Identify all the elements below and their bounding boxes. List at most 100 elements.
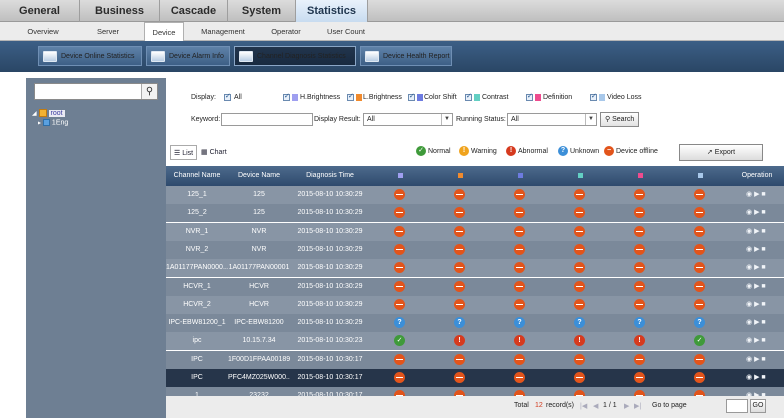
record-icon[interactable]: ■ xyxy=(761,319,765,326)
view-icon[interactable]: ◉ xyxy=(746,264,752,271)
view-icon[interactable]: ◉ xyxy=(746,209,752,216)
tab-system[interactable]: System xyxy=(228,0,296,22)
table-row[interactable]: HCVR_1 HCVR 2015-08-10 10:30:29 ◉ ▶ ■ xyxy=(166,277,784,296)
subtab-overview[interactable]: Overview xyxy=(18,22,68,41)
chart-view-tab[interactable]: ▦ Chart xyxy=(198,145,230,160)
subtab-user-count[interactable]: User Count xyxy=(318,22,374,41)
view-icon[interactable]: ◉ xyxy=(746,191,752,198)
tree-search-input[interactable]: ⚲ xyxy=(34,83,158,100)
view-icon[interactable]: ◉ xyxy=(746,356,752,363)
table-row[interactable]: 125_2 125 2015-08-10 10:30:29 ◉ ▶ ■ xyxy=(166,204,784,223)
go-button[interactable]: GO xyxy=(750,399,766,413)
export-button[interactable]: ➚ Export xyxy=(679,144,763,161)
color-shift-label: Color Shift xyxy=(424,94,457,101)
color-shift-checkbox[interactable] xyxy=(408,92,415,101)
subtab-operator[interactable]: Operator xyxy=(262,22,310,41)
tab-statistics[interactable]: Statistics xyxy=(296,0,368,22)
keyword-input[interactable] xyxy=(221,113,313,126)
h-brightness-checkbox[interactable] xyxy=(283,92,290,101)
tab-cascade[interactable]: Cascade xyxy=(160,0,228,22)
device-offline-status-icon xyxy=(454,372,465,383)
record-icon[interactable]: ■ xyxy=(761,356,765,363)
search-button[interactable]: ⚲ Search xyxy=(600,112,640,127)
display-result-select[interactable]: All ▼ xyxy=(363,113,453,126)
cell-device: PFC4MZ025W000... xyxy=(228,374,290,381)
device-alarm-info-button[interactable]: Device Alarm Info xyxy=(146,46,230,66)
next-page-icon[interactable]: ▶ xyxy=(624,402,629,410)
prev-page-icon[interactable]: ◀ xyxy=(593,402,598,410)
subtab-management[interactable]: Management xyxy=(194,22,252,41)
play-icon[interactable]: ▶ xyxy=(754,228,759,235)
col-video-loss[interactable] xyxy=(670,166,730,186)
goto-page-input[interactable] xyxy=(726,399,748,413)
view-icon[interactable]: ◉ xyxy=(746,228,752,235)
last-page-icon[interactable]: ▶| xyxy=(634,402,641,410)
table-row[interactable]: 125_1 125 2015-08-10 10:30:29 ◉ ▶ ■ xyxy=(166,186,784,204)
play-icon[interactable]: ▶ xyxy=(754,319,759,326)
display-all-checkbox[interactable] xyxy=(224,92,231,101)
record-icon[interactable]: ■ xyxy=(761,264,765,271)
search-icon[interactable]: ⚲ xyxy=(141,84,157,99)
record-icon[interactable]: ■ xyxy=(761,374,765,381)
table-row[interactable]: HCVR_2 HCVR 2015-08-10 10:30:29 ◉ ▶ ■ xyxy=(166,295,784,314)
table-row[interactable]: ipc 10.15.7.34 2015-08-10 10:30:23 ✓!!!! ✓ ◉ … xyxy=(166,332,784,351)
col-definition[interactable] xyxy=(610,166,670,186)
list-view-tab[interactable]: ☰ List xyxy=(170,145,198,160)
col-device-name[interactable]: Device Name xyxy=(228,166,290,186)
col-color-shift[interactable] xyxy=(490,166,550,186)
col-h-brightness[interactable] xyxy=(370,166,430,186)
col-diagnosis-time[interactable]: Diagnosis Time xyxy=(290,166,370,186)
subtab-server[interactable]: Server xyxy=(88,22,128,41)
subtab-device[interactable]: Device xyxy=(144,22,184,42)
cell-time: 2015-08-10 10:30:29 xyxy=(297,191,363,198)
device-health-report-button[interactable]: Device Health Report xyxy=(360,46,452,66)
expand-arrow-icon[interactable]: ▸ xyxy=(38,120,41,126)
table-row[interactable]: IPC-EBW81200_1 IPC-EBW81200 2015-08-10 10:… xyxy=(166,314,784,333)
video-loss-checkbox[interactable] xyxy=(590,92,597,101)
view-icon[interactable]: ◉ xyxy=(746,337,752,344)
play-icon[interactable]: ▶ xyxy=(754,264,759,271)
table-row[interactable]: NVR_1 NVR 2015-08-10 10:30:29 ◉ ▶ ■ xyxy=(166,222,784,241)
view-icon[interactable]: ◉ xyxy=(746,301,752,308)
running-status-select[interactable]: All ▼ xyxy=(507,113,597,126)
play-icon[interactable]: ▶ xyxy=(754,209,759,216)
play-icon[interactable]: ▶ xyxy=(754,337,759,344)
view-icon[interactable]: ◉ xyxy=(746,319,752,326)
col-contrast[interactable] xyxy=(550,166,610,186)
record-icon[interactable]: ■ xyxy=(761,337,765,344)
collapse-arrow-icon[interactable]: ◢ xyxy=(32,111,37,117)
record-icon[interactable]: ■ xyxy=(761,228,765,235)
record-icon[interactable]: ■ xyxy=(761,283,765,290)
channel-diagnosis-statistics-button[interactable]: Channel Diagnosis Statistics xyxy=(234,46,356,66)
definition-checkbox[interactable] xyxy=(526,92,533,101)
play-icon[interactable]: ▶ xyxy=(754,374,759,381)
view-icon[interactable]: ◉ xyxy=(746,374,752,381)
view-icon[interactable]: ◉ xyxy=(746,283,752,290)
play-icon[interactable]: ▶ xyxy=(754,301,759,308)
play-icon[interactable]: ▶ xyxy=(754,356,759,363)
table-row[interactable]: NVR_2 NVR 2015-08-10 10:30:29 ◉ ▶ ■ xyxy=(166,240,784,259)
col-channel-name[interactable]: Channel Name xyxy=(166,166,228,186)
l-brightness-checkbox[interactable] xyxy=(347,92,354,101)
first-page-icon[interactable]: |◀ xyxy=(580,402,587,410)
tab-business[interactable]: Business xyxy=(80,0,160,22)
cell-time: 2015-08-10 10:30:29 xyxy=(297,245,363,253)
device-online-statistics-button[interactable]: Device Online Statistics xyxy=(38,46,142,66)
record-icon[interactable]: ■ xyxy=(761,209,765,216)
pagination-bar: Total 12 record(s) |◀ ◀ 1 / 1 ▶ ▶| Go to… xyxy=(166,396,784,418)
play-icon[interactable]: ▶ xyxy=(754,246,759,253)
record-icon[interactable]: ■ xyxy=(761,191,765,198)
contrast-checkbox[interactable] xyxy=(465,92,472,101)
play-icon[interactable]: ▶ xyxy=(754,191,759,198)
tab-general[interactable]: General xyxy=(0,0,80,22)
tree-node-root[interactable]: ◢ root xyxy=(32,109,65,117)
tree-node-1eng[interactable]: ▸ 1Eng xyxy=(38,119,68,126)
record-icon[interactable]: ■ xyxy=(761,301,765,308)
table-row[interactable]: 1A01177PAN0000... 1A01177PAN00001 2015-08-… xyxy=(166,259,784,278)
record-icon[interactable]: ■ xyxy=(761,246,765,253)
play-icon[interactable]: ▶ xyxy=(754,283,759,290)
col-l-brightness[interactable] xyxy=(430,166,490,186)
table-row[interactable]: IPC 1F00D1FPAA00189 2015-08-10 10:30:17 ◉ ▶… xyxy=(166,350,784,369)
view-icon[interactable]: ◉ xyxy=(746,246,752,253)
table-row[interactable]: IPC PFC4MZ025W000... 2015-08-10 10:30:17 ◉ … xyxy=(166,369,784,387)
